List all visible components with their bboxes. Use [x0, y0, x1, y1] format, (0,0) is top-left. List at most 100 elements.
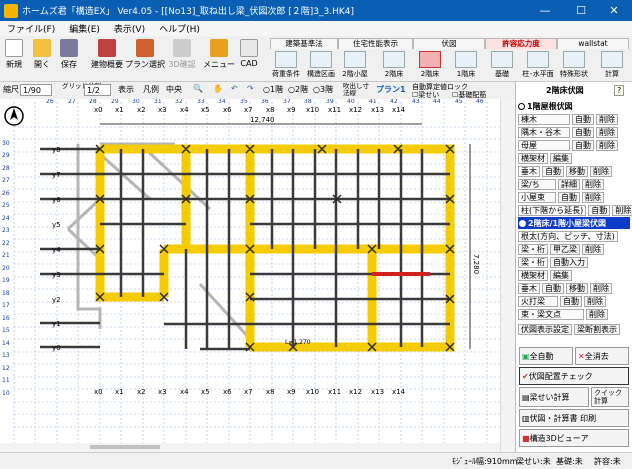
legend-button[interactable]: 凡例 — [143, 84, 159, 95]
svg-text:x0: x0 — [94, 106, 103, 114]
display-settings-button[interactable]: 伏図表示設定 — [518, 323, 572, 335]
cad-button[interactable]: CAD — [237, 39, 261, 79]
radio-floor-2[interactable]: ○2階 — [288, 84, 308, 95]
item-fire-beam[interactable]: 火打梁 自動 削除 — [518, 295, 606, 307]
section-2f-floor[interactable]: 2階床/1階小屋梁伏図 — [518, 217, 630, 229]
item-rafter[interactable]: 垂木 自動 移動 削除 — [518, 165, 612, 177]
blowout-dimension-button[interactable]: 吹出し寸法線 — [343, 83, 371, 97]
svg-text:29: 29 — [111, 99, 119, 105]
svg-text:x1: x1 — [115, 388, 124, 396]
layout-check-button[interactable]: ✔ 伏図配置チェック — [519, 367, 629, 385]
mode-special[interactable]: 特殊形状 — [560, 51, 588, 80]
svg-text:44: 44 — [433, 99, 441, 105]
3d-viewer-button[interactable]: ■ 構造3Dビューア — [519, 429, 629, 447]
undo-icon[interactable]: ↶ — [231, 84, 238, 93]
mode-calc[interactable]: 計算 — [598, 51, 626, 80]
svg-text:46: 46 — [476, 99, 484, 105]
item-joist[interactable]: 根太(方向、ピッチ、寸法) — [518, 230, 618, 242]
horizontal-scroll-thumb[interactable] — [90, 445, 160, 449]
tab-allowable-stress[interactable]: 許容応力度 — [485, 38, 557, 49]
menu-help[interactable]: ヘルプ(H) — [152, 22, 207, 35]
horizontal-scrollbar[interactable] — [0, 443, 500, 452]
tab-wallstat[interactable]: wallstat — [557, 38, 629, 49]
center-button[interactable]: 中央 — [166, 84, 182, 95]
item-ridge[interactable]: 棟木 自動 削除 — [518, 113, 618, 125]
new-button[interactable]: 新規 — [2, 39, 26, 79]
menu-edit[interactable]: 編集(E) — [62, 22, 107, 35]
close-button[interactable]: ✕ — [596, 0, 632, 21]
item-crossbeam-2[interactable]: 横架材 編集 — [518, 269, 572, 281]
minimize-button[interactable]: — — [527, 0, 563, 21]
item-strut[interactable]: 梁/ち 詳細 削除 — [518, 178, 604, 190]
svg-text:x5: x5 — [201, 106, 210, 114]
mode-zone[interactable]: 構造区画 — [307, 51, 335, 80]
mode-1f-floor[interactable]: 1階床 — [452, 51, 480, 80]
radio-floor-3[interactable]: ○3階 — [313, 84, 333, 95]
right-panel: 2階床伏図 ? 1階屋根伏図 棟木 自動 削除 隅木・谷木 自動 削除 母屋 自動 削除 横… — [515, 82, 632, 453]
mode-2f-floor-active[interactable]: 2階床 — [416, 51, 444, 80]
section-roof[interactable]: 1階屋根伏図 — [518, 100, 628, 112]
menu-icon — [210, 39, 228, 57]
zoom-icon[interactable]: 🔍 — [193, 84, 203, 93]
item-beam-auto[interactable]: 梁・桁 自動入力 — [518, 256, 588, 268]
svg-text:38: 38 — [304, 99, 312, 105]
item-hip[interactable]: 隅木・谷木 自動 削除 — [518, 126, 618, 138]
menu-view[interactable]: 表示(V) — [107, 22, 152, 35]
pan-icon[interactable]: ✋ — [213, 84, 223, 93]
redo-icon[interactable]: ↷ — [247, 84, 254, 93]
svg-text:x12: x12 — [349, 388, 362, 396]
item-beam-girder[interactable]: 梁・桁 甲乙梁 削除 — [518, 243, 604, 255]
building-overview-button[interactable]: 建物概要 — [90, 39, 124, 79]
tab-housing-performance[interactable]: 住宅性能表示 — [338, 38, 413, 49]
menu-bar: ファイル(F) 編集(E) 表示(V) ヘルプ(H) — [0, 21, 632, 36]
svg-text:x3: x3 — [158, 106, 167, 114]
item-column-extend[interactable]: 柱(下階から延長) 自動 削除 — [518, 204, 632, 216]
plan-select-button[interactable]: プラン選択 — [125, 39, 165, 79]
open-button[interactable]: 開く — [30, 39, 54, 79]
item-purlin[interactable]: 母屋 自動 削除 — [518, 139, 618, 151]
item-rafter-2[interactable]: 垂木 自動 移動 削除 — [518, 282, 612, 294]
svg-text:x2: x2 — [137, 106, 146, 114]
help-icon[interactable]: ? — [614, 84, 625, 96]
mode-foundation[interactable]: 基礎 — [488, 51, 516, 80]
save-button[interactable]: 保存 — [57, 39, 81, 79]
grid-select[interactable]: 1/2 — [84, 84, 111, 96]
display-button[interactable]: 表示 — [118, 84, 134, 95]
radio-floor-1[interactable]: ○1階 — [263, 84, 283, 95]
svg-text:43: 43 — [412, 99, 420, 105]
framing-canvas[interactable]: 26 27 28 29 30 31 32 33 34 35 36 37 38 39 40 41 42 43 44 45… — [0, 98, 500, 452]
3d-check-button[interactable]: 3D確認 — [168, 39, 196, 79]
tab-building-standard[interactable]: 建築基準法 — [270, 38, 338, 49]
beam-section-button[interactable]: 梁断割表示 — [574, 323, 620, 335]
mode-load[interactable]: 荷重条件 — [272, 51, 300, 80]
x-axis-top: x0 x1 x2 x3 x4 x5 x6 x7 x8 x9 x10 x11 x12 x13 x14 — [94, 106, 406, 114]
check-icon: ✔ — [522, 371, 529, 381]
tab-framing[interactable]: 伏図 — [413, 38, 485, 49]
menu-file[interactable]: ファイル(F) — [0, 22, 62, 35]
item-strut-point[interactable]: 束・梁文点 削除 — [518, 308, 608, 320]
item-post[interactable]: 小屋束 自動 削除 — [518, 191, 604, 203]
beam-calc-button[interactable]: ▤ 梁せい計算 — [519, 387, 589, 407]
vertical-scrollbar[interactable] — [500, 99, 515, 452]
svg-text:27: 27 — [2, 177, 10, 184]
mode-column[interactable]: 柱･水平面 — [522, 51, 554, 80]
mode-2f-floor[interactable]: 2階床 — [380, 51, 408, 80]
svg-text:y3: y3 — [52, 271, 61, 279]
maximize-button[interactable]: ☐ — [563, 0, 599, 21]
svg-text:34: 34 — [218, 99, 226, 105]
svg-text:22: 22 — [2, 240, 10, 247]
auto-all-button[interactable]: ▣ 全自動 — [519, 347, 573, 365]
svg-text:28: 28 — [2, 165, 10, 172]
scale-select[interactable]: 1/90 — [20, 84, 52, 96]
print-button[interactable]: ▥ 伏図・計算書 印刷 — [519, 409, 629, 427]
svg-text:36: 36 — [261, 99, 269, 105]
mode-2f-roof[interactable]: 2階小屋 — [341, 51, 369, 80]
item-crossbeam[interactable]: 横架材 編集 — [518, 152, 572, 164]
framing-plan-svg[interactable]: 26 27 28 29 30 31 32 33 34 35 36 37 38 39 40 41 42 43 44 45… — [0, 98, 500, 452]
menu-button[interactable]: メニュー — [203, 39, 235, 79]
svg-text:24: 24 — [2, 215, 10, 222]
svg-text:x0: x0 — [94, 388, 103, 396]
quick-calc-button[interactable]: クイック計算 — [591, 387, 629, 407]
clear-all-button[interactable]: ✕ 全消去 — [575, 347, 629, 365]
toolbar: 新規 開く 保存 建物概要 プラン選択 3D確認 メニュー CAD 建築基準法 … — [0, 36, 632, 82]
